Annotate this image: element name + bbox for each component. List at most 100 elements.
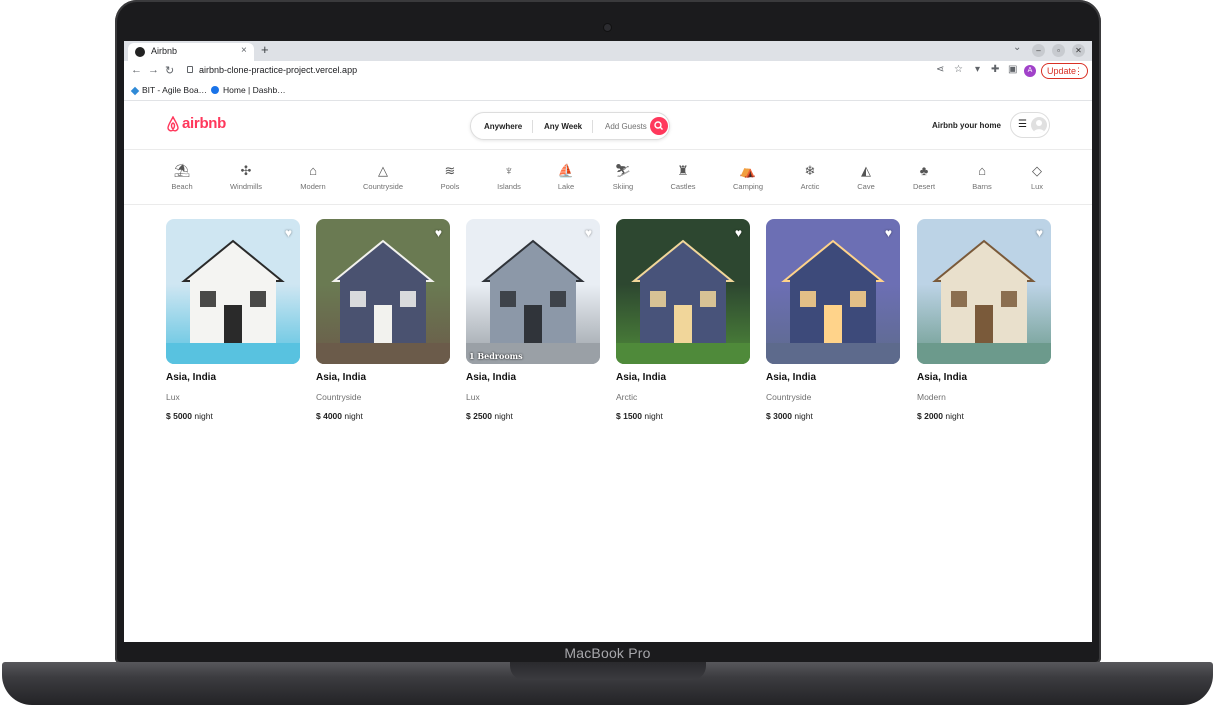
share-icon[interactable]: ⋖ bbox=[936, 64, 944, 75]
cactus-icon: ♣ bbox=[919, 163, 929, 178]
listing-photo[interactable]: ♥ bbox=[766, 219, 900, 364]
island-icon: ♆ bbox=[504, 163, 514, 178]
listing-card[interactable]: ♥ Asia, India Modern $ 2000 night bbox=[917, 219, 1051, 421]
listing-photo[interactable]: ♥ bbox=[316, 219, 450, 364]
category-countryside[interactable]: △ Countryside bbox=[353, 162, 413, 191]
modern-house-icon: ⌂ bbox=[309, 163, 317, 178]
category-windmills[interactable]: ✣ Windmills bbox=[216, 162, 276, 191]
listing-card[interactable]: ♥ Asia, India Arctic $ 1500 night bbox=[616, 219, 750, 421]
search-divider bbox=[532, 120, 533, 133]
listing-location: Asia, India bbox=[466, 372, 517, 383]
search-button[interactable] bbox=[650, 117, 668, 135]
search-bar[interactable]: Anywhere Any Week Add Guests bbox=[470, 112, 670, 140]
listing-card[interactable]: ♥ Asia, India Lux $ 5000 night bbox=[166, 219, 300, 421]
category-beach[interactable]: ⛱ Beach bbox=[152, 162, 212, 191]
house-illustration bbox=[917, 239, 1051, 364]
maximize-button[interactable]: ▫ bbox=[1052, 44, 1065, 57]
favorite-heart-icon[interactable]: ♥ bbox=[585, 226, 592, 240]
tab-search-chevron-icon[interactable]: ⌄ bbox=[1013, 42, 1021, 53]
airbnb-page: airbnb Anywhere Any Week Add Guests Airb… bbox=[124, 101, 1092, 642]
windmill-icon: ✣ bbox=[240, 163, 252, 178]
bookmark-label: BIT - Agile Boa… bbox=[142, 85, 208, 95]
favorite-heart-icon[interactable]: ♥ bbox=[735, 226, 742, 240]
tab-close-button[interactable]: × bbox=[241, 45, 247, 56]
forward-arrow-icon[interactable]: → bbox=[148, 64, 159, 76]
category-lux[interactable]: ◇ Lux bbox=[1007, 162, 1067, 191]
category-label: Arctic bbox=[800, 182, 820, 191]
address-bar[interactable]: airbnb-clone-practice-project.vercel.app bbox=[199, 65, 357, 75]
jira-icon bbox=[130, 86, 140, 96]
category-label: Skiing bbox=[612, 182, 634, 191]
search-add-guests[interactable]: Add Guests bbox=[605, 122, 647, 131]
listing-card[interactable]: ♥ Asia, India Countryside $ 3000 night bbox=[766, 219, 900, 421]
extension-vue-icon[interactable]: ▾ bbox=[975, 64, 980, 75]
category-desert[interactable]: ♣ Desert bbox=[894, 162, 954, 191]
listing-card[interactable]: ♥ Asia, India Countryside $ 4000 night bbox=[316, 219, 450, 421]
listing-photo[interactable]: 1 Bedrooms ♥ bbox=[466, 219, 600, 364]
category-cave[interactable]: ◭ Cave bbox=[836, 162, 896, 191]
cave-icon: ◭ bbox=[861, 163, 871, 178]
listings-grid: ♥ Asia, India Lux $ 5000 night ♥ Asia, India C… bbox=[124, 219, 1092, 449]
favorite-heart-icon[interactable]: ♥ bbox=[885, 226, 892, 240]
category-castles[interactable]: ♜ Castles bbox=[653, 162, 713, 191]
listing-category: Arctic bbox=[616, 392, 638, 402]
update-button[interactable]: Update ⋮ bbox=[1041, 63, 1088, 79]
browser-tab[interactable]: Airbnb × bbox=[128, 43, 254, 61]
category-camping[interactable]: ⛺ Camping bbox=[718, 162, 778, 191]
user-menu[interactable]: ☰ bbox=[1010, 112, 1050, 138]
listing-price-row: $ 4000 night bbox=[316, 411, 450, 421]
bookmark-item[interactable]: Home | Dashb… bbox=[211, 85, 286, 95]
listing-category: Modern bbox=[917, 392, 946, 402]
listing-card[interactable]: 1 Bedrooms ♥ Asia, India Lux $ 2500 night bbox=[466, 219, 600, 421]
search-any-week[interactable]: Any Week bbox=[544, 122, 582, 131]
snowflake-icon: ❄ bbox=[804, 163, 816, 178]
house-illustration bbox=[766, 239, 900, 364]
device-brand: MacBook Pro bbox=[564, 645, 651, 661]
bookmark-label: Home | Dashb… bbox=[223, 85, 286, 95]
category-label: Pools bbox=[440, 182, 460, 191]
listing-photo[interactable]: ♥ bbox=[166, 219, 300, 364]
category-label: Camping bbox=[732, 182, 763, 191]
hamburger-icon: ☰ bbox=[1018, 119, 1027, 130]
category-label: Beach bbox=[171, 182, 193, 191]
new-tab-button[interactable]: + bbox=[261, 42, 269, 57]
category-lake[interactable]: ⛵ Lake bbox=[536, 162, 596, 191]
favorite-heart-icon[interactable]: ♥ bbox=[1036, 226, 1043, 240]
listing-photo[interactable]: ♥ bbox=[917, 219, 1051, 364]
bookmark-item[interactable]: BIT - Agile Boa… bbox=[130, 85, 208, 96]
search-anywhere[interactable]: Anywhere bbox=[484, 122, 522, 131]
listing-price: $ 1500 bbox=[616, 411, 642, 421]
favorite-heart-icon[interactable]: ♥ bbox=[285, 226, 292, 240]
listing-price-unit: night bbox=[494, 411, 513, 421]
reload-icon[interactable]: ↻ bbox=[165, 64, 174, 77]
house-illustration bbox=[316, 239, 450, 364]
category-arctic[interactable]: ❄ Arctic bbox=[780, 162, 840, 191]
category-barns[interactable]: ⌂ Barns bbox=[952, 162, 1012, 191]
host-link[interactable]: Airbnb your home bbox=[932, 121, 1001, 130]
listing-price: $ 3000 bbox=[766, 411, 792, 421]
category-modern[interactable]: ⌂ Modern bbox=[283, 162, 343, 191]
category-skiing[interactable]: ⛷ Skiing bbox=[593, 162, 653, 191]
favorite-heart-icon[interactable]: ♥ bbox=[435, 226, 442, 240]
dashboard-icon bbox=[211, 86, 219, 94]
side-panel-icon[interactable]: ▣ bbox=[1008, 64, 1017, 75]
close-window-button[interactable]: ✕ bbox=[1072, 44, 1085, 57]
profile-avatar[interactable]: A bbox=[1024, 65, 1036, 77]
tab-title: Airbnb bbox=[151, 46, 178, 56]
category-label: Barns bbox=[972, 182, 992, 191]
category-pools[interactable]: ≋ Pools bbox=[420, 162, 480, 191]
laptop-notch bbox=[510, 662, 706, 680]
minimize-button[interactable]: – bbox=[1032, 44, 1045, 57]
category-islands[interactable]: ♆ Islands bbox=[479, 162, 539, 191]
pool-icon: ≋ bbox=[444, 163, 456, 178]
extensions-puzzle-icon[interactable]: ✚ bbox=[991, 64, 999, 75]
listing-price-row: $ 1500 night bbox=[616, 411, 750, 421]
listing-photo[interactable]: ♥ bbox=[616, 219, 750, 364]
listing-location: Asia, India bbox=[616, 372, 667, 383]
airbnb-logo[interactable]: airbnb bbox=[166, 115, 226, 132]
bookmark-star-icon[interactable]: ☆ bbox=[954, 64, 963, 75]
update-label: Update bbox=[1047, 66, 1077, 76]
back-arrow-icon[interactable]: ← bbox=[131, 64, 142, 76]
airbnb-logo-icon bbox=[167, 115, 179, 132]
listing-price-row: $ 2000 night bbox=[917, 411, 1051, 421]
